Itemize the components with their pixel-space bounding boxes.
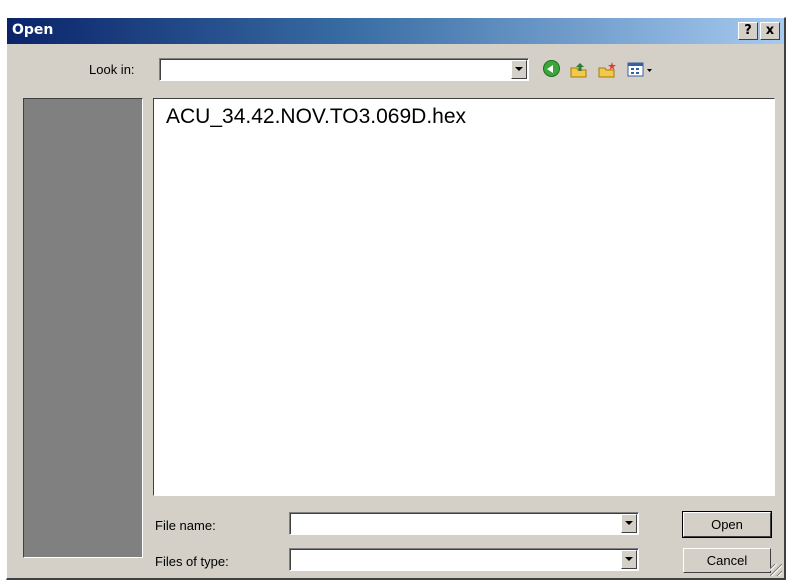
- up-folder-button[interactable]: [569, 60, 589, 80]
- new-folder-button[interactable]: [597, 60, 617, 80]
- help-button[interactable]: ?: [738, 22, 758, 40]
- close-button[interactable]: x: [760, 22, 780, 40]
- back-icon: [543, 60, 560, 77]
- file-type-select[interactable]: [289, 548, 639, 571]
- look-in-combo[interactable]: [159, 58, 529, 81]
- cancel-button[interactable]: Cancel: [683, 548, 771, 573]
- places-bar[interactable]: [23, 98, 143, 558]
- file-list[interactable]: ACU_34.42.NOV.TO3.069D.hex: [153, 98, 775, 496]
- new-folder-icon: [598, 62, 616, 78]
- look-in-label: Look in:: [89, 62, 135, 77]
- resize-grip[interactable]: [770, 564, 782, 576]
- up-folder-icon: [570, 63, 587, 78]
- view-menu-icon: [627, 62, 652, 77]
- title-bar[interactable]: Open ? x: [7, 18, 784, 44]
- file-name-dropdown-arrow[interactable]: [621, 514, 637, 533]
- back-button[interactable]: [543, 60, 563, 80]
- file-type-label: Files of type:: [155, 554, 229, 569]
- view-menu-button[interactable]: [627, 60, 657, 80]
- file-name-input[interactable]: [289, 512, 639, 535]
- look-in-dropdown-arrow[interactable]: [511, 60, 527, 79]
- open-button[interactable]: Open: [682, 511, 772, 538]
- file-item[interactable]: ACU_34.42.NOV.TO3.069D.hex: [166, 105, 466, 129]
- open-dialog: Open ? x Look in: ACU_34.42.NOV.TO3.069D…: [6, 17, 786, 580]
- file-name-label: File name:: [155, 518, 216, 533]
- window-title: Open: [12, 22, 54, 38]
- file-type-dropdown-arrow[interactable]: [621, 550, 637, 569]
